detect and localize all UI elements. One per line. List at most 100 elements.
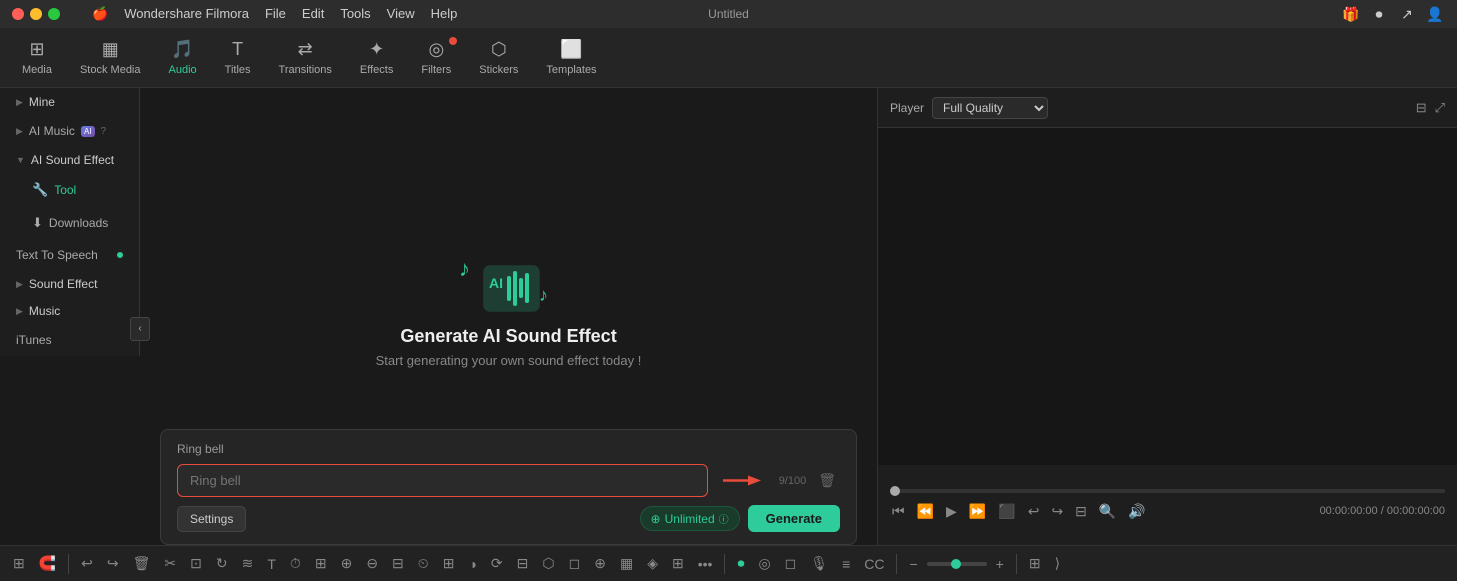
maximize-button[interactable] — [48, 8, 60, 20]
toolbar-stickers[interactable]: ⬡ Stickers — [465, 33, 532, 82]
input-box-wrapper — [177, 464, 708, 497]
sidebar-item-itunes[interactable]: iTunes — [4, 325, 135, 355]
mic-button[interactable]: 🎙 — [805, 551, 833, 576]
toolbar-titles[interactable]: T Titles — [211, 33, 265, 82]
menu-file[interactable]: File — [265, 6, 286, 22]
fx-button[interactable]: ◎ — [753, 551, 775, 576]
mosaic-button[interactable]: ▦ — [615, 551, 638, 576]
sidebar-item-downloads[interactable]: ⬇ Downloads — [4, 207, 135, 239]
zoom-out-button[interactable]: 🔊 — [1126, 501, 1147, 522]
toolbar-audio[interactable]: 🎵 Audio — [155, 33, 211, 82]
group-button[interactable]: ⊞ — [438, 551, 460, 576]
toolbar-media[interactable]: ⊞ Media — [8, 33, 66, 82]
zoom-slider[interactable] — [927, 562, 987, 566]
sidebar-item-text-to-speech[interactable]: Text To Speech — [4, 240, 135, 270]
subtitle-button[interactable]: CC — [859, 552, 889, 576]
traffic-lights — [12, 8, 60, 20]
text-button[interactable]: T — [262, 552, 281, 576]
settings-button[interactable]: Settings — [177, 506, 246, 532]
zoom-in-button[interactable]: 🔍 — [1097, 501, 1118, 522]
color-grade-button[interactable]: ◑ — [463, 552, 481, 576]
chroma-button[interactable]: ◈ — [642, 551, 663, 576]
progress-bar[interactable] — [890, 489, 1445, 493]
transform-button[interactable]: ⊞ — [310, 551, 332, 576]
overlay-button[interactable]: ⊟ — [512, 551, 534, 576]
magnet-button[interactable]: 🧲 — [34, 551, 61, 576]
sound-effect-input[interactable] — [177, 464, 708, 497]
stabilize-button[interactable]: ⊕ — [589, 551, 611, 576]
sidebar-item-tool[interactable]: 🔧 Tool — [4, 174, 135, 206]
clip-button[interactable]: ◻ — [780, 551, 802, 576]
user-icon[interactable]: 👤 — [1425, 4, 1445, 24]
toolbar-effects[interactable]: ✦ Effects — [346, 33, 407, 82]
fullscreen-icon[interactable]: ⤢ — [1435, 100, 1445, 116]
speed-button[interactable]: ⏱ — [285, 551, 306, 576]
crop-button[interactable]: ⊡ — [185, 551, 207, 576]
sidebar-item-mine[interactable]: ▶ Mine — [4, 89, 135, 115]
grid-button[interactable]: ⊞ — [8, 551, 30, 576]
menu-view[interactable]: View — [387, 6, 415, 22]
step-forward-button[interactable]: ⏩ — [967, 501, 988, 522]
layout-grid-button[interactable]: ⊞ — [1024, 551, 1046, 576]
minimize-button[interactable] — [30, 8, 42, 20]
toolbar-filters[interactable]: ◎ Filters — [407, 33, 465, 82]
duration-button[interactable]: ⏲ — [413, 551, 434, 576]
progress-thumb[interactable] — [890, 486, 900, 496]
zoom-minus-button[interactable]: − — [904, 552, 922, 576]
close-button[interactable] — [12, 8, 24, 20]
menu-edit[interactable]: Edit — [302, 6, 324, 22]
play-button[interactable]: ▶ — [944, 501, 959, 522]
itunes-label: iTunes — [16, 333, 52, 347]
rotate-button[interactable]: ↻ — [211, 551, 233, 576]
unlimited-help-icon[interactable]: ⓘ — [719, 511, 729, 526]
audio-wave-button[interactable]: ≋ — [237, 551, 259, 576]
downloads-icon: ⬇ — [32, 215, 43, 231]
svg-text:♪: ♪ — [459, 256, 470, 281]
screen-split-button[interactable]: ⊞ — [667, 551, 689, 576]
zoom-in-timeline[interactable]: ⊕ — [336, 551, 358, 576]
step-back-button[interactable]: ⏪ — [915, 501, 936, 522]
menu-apple[interactable]: 🍎 — [92, 6, 108, 22]
record-icon[interactable]: ⏺ — [1369, 4, 1389, 24]
toolbar-templates[interactable]: ⬜ Templates — [532, 33, 610, 82]
sidebar-item-sound-effect[interactable]: ▶ Sound Effect — [4, 271, 135, 297]
rewind-button[interactable]: ↩ — [1026, 501, 1042, 522]
mask-button[interactable]: ◻ — [564, 551, 586, 576]
menu-help[interactable]: Help — [431, 6, 458, 22]
quality-select[interactable]: Full Quality Half Quality Quarter Qualit… — [932, 97, 1048, 119]
crop-view-button[interactable]: ⊟ — [1073, 501, 1089, 522]
expand-button[interactable]: ⟩ — [1050, 551, 1065, 576]
redo-button[interactable]: ↪ — [102, 551, 124, 576]
sidebar-item-ai-music[interactable]: ▶ AI Music AI ? — [4, 116, 135, 146]
sidebar-item-music[interactable]: ▶ Music — [4, 298, 135, 324]
track-button[interactable]: ≡ — [837, 552, 855, 576]
menu-tools[interactable]: Tools — [340, 6, 370, 22]
record-dot-button[interactable]: ⏺ — [732, 551, 749, 576]
zoom-plus-button[interactable]: + — [991, 552, 1009, 576]
filters-icon: ◎ — [428, 39, 444, 60]
sticker-tool-button[interactable]: ⬡ — [537, 551, 559, 576]
time-display: 00:00:00:00 / 00:00:00:00 — [1320, 505, 1445, 517]
help-icon[interactable]: ? — [101, 126, 107, 137]
zoom-out-timeline[interactable]: ⊖ — [361, 551, 383, 576]
split-button[interactable]: ⊟ — [387, 551, 409, 576]
motion-button[interactable]: ⟳ — [486, 551, 508, 576]
share-icon[interactable]: ↗ — [1397, 4, 1417, 24]
skip-back-button[interactable]: ⏮ — [890, 501, 907, 522]
ai-music-chevron: ▶ — [16, 126, 23, 137]
sidebar-item-ai-sound-effect[interactable]: ▼ AI Sound Effect — [4, 147, 135, 173]
clear-input-button[interactable]: 🗑 — [814, 468, 840, 493]
undo-button[interactable]: ↩ — [76, 551, 98, 576]
cut-button[interactable]: ✂ — [159, 551, 181, 576]
split-view-icon[interactable]: ⊟ — [1416, 100, 1427, 116]
toolbar-stock-media[interactable]: ▦ Stock Media — [66, 33, 155, 82]
more-button[interactable]: ••• — [693, 552, 718, 576]
sidebar-collapse-button[interactable]: ‹ — [130, 317, 150, 341]
delete-button[interactable]: 🗑 — [128, 551, 156, 576]
snapshot-button[interactable]: ⬛ — [996, 501, 1017, 522]
forward-button[interactable]: ↪ — [1049, 501, 1065, 522]
toolbar-transitions[interactable]: ⇄ Transitions — [265, 33, 346, 82]
separator-2 — [724, 554, 725, 574]
generate-button[interactable]: Generate — [748, 505, 840, 532]
gift-icon[interactable]: 🎁 — [1341, 4, 1361, 24]
